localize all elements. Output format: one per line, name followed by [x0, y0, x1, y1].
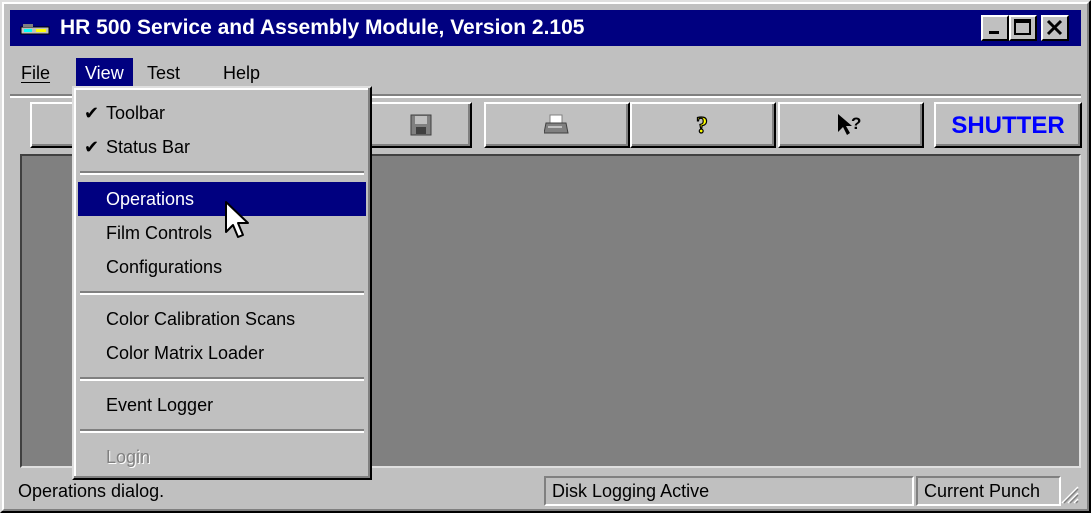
status-bar: Operations dialog. Disk Logging Active C…	[10, 476, 1081, 506]
shutter-button[interactable]: SHUTTER	[934, 102, 1082, 148]
menu-item-login: Login	[78, 440, 366, 474]
question-mark-icon: ?	[695, 112, 708, 139]
menu-item-operations[interactable]: Operations	[78, 182, 366, 216]
menu-item-label: Toolbar	[106, 103, 166, 123]
menu-item-label: Film Controls	[106, 223, 213, 243]
maximize-icon	[1014, 19, 1031, 35]
mouse-cursor-icon	[225, 201, 249, 238]
pointer-help-icon: ?	[838, 114, 861, 135]
svg-text:?: ?	[851, 114, 861, 133]
print-button[interactable]	[484, 102, 630, 148]
menu-help-label: Help	[223, 63, 261, 83]
save-button[interactable]	[370, 102, 472, 148]
close-button[interactable]	[1041, 15, 1069, 41]
menu-item-status-bar[interactable]: ✔ Status Bar	[78, 130, 366, 164]
menu-item-film-controls[interactable]: Film Controls	[78, 216, 366, 250]
status-disk-logging: Disk Logging Active	[544, 476, 914, 506]
help-button[interactable]: ?	[630, 102, 776, 148]
context-help-button[interactable]: ?	[778, 102, 924, 148]
app-icon	[20, 24, 50, 35]
save-icon	[410, 114, 432, 136]
menu-item-label: Status Bar	[106, 137, 191, 157]
view-menu-dropdown: ✔ Toolbar ✔ Status Bar Operations Film C…	[72, 86, 372, 480]
close-icon	[1046, 19, 1063, 36]
title-bar[interactable]: HR 500 Service and Assembly Module, Vers…	[10, 10, 1081, 46]
check-icon: ✔	[84, 103, 100, 123]
menu-view[interactable]: View	[76, 58, 133, 88]
menu-item-event-logger[interactable]: Event Logger	[78, 388, 366, 422]
shutter-button-label: SHUTTER	[951, 112, 1065, 139]
menu-item-configurations[interactable]: Configurations	[78, 250, 366, 284]
menu-item-label: Color Calibration Scans	[106, 309, 296, 329]
menu-help[interactable]: Help	[214, 58, 269, 88]
menu-separator	[80, 429, 364, 433]
menu-bar: File View Test Help	[10, 58, 1081, 88]
menu-file-label: File	[21, 63, 51, 83]
svg-text:?: ?	[696, 113, 708, 139]
printer-icon	[544, 114, 569, 134]
maximize-button[interactable]	[1009, 15, 1037, 41]
menu-test[interactable]: Test	[138, 58, 189, 88]
status-message: Operations dialog.	[10, 476, 534, 506]
window-title: HR 500 Service and Assembly Module, Vers…	[60, 16, 585, 39]
resize-grip-icon[interactable]	[1059, 484, 1079, 504]
menu-item-toolbar[interactable]: ✔ Toolbar	[78, 96, 366, 130]
menu-file[interactable]: File	[12, 58, 59, 88]
minimize-icon	[989, 31, 999, 34]
menu-item-color-matrix-loader[interactable]: Color Matrix Loader	[78, 336, 366, 370]
menu-test-label: Test	[147, 63, 181, 83]
menu-separator	[80, 377, 364, 381]
menu-item-color-calibration-scans[interactable]: Color Calibration Scans	[78, 302, 366, 336]
menu-item-label: Login	[106, 447, 151, 467]
menu-item-label: Color Matrix Loader	[106, 343, 265, 363]
menu-item-label: Operations	[106, 189, 195, 209]
menu-separator	[80, 291, 364, 295]
minimize-button[interactable]	[981, 15, 1009, 41]
menu-item-label: Configurations	[106, 257, 223, 277]
menu-item-label: Event Logger	[106, 395, 214, 415]
menu-view-label: View	[85, 63, 124, 83]
check-icon: ✔	[84, 137, 100, 157]
status-current-punch: Current Punch	[916, 476, 1061, 506]
menu-separator	[80, 171, 364, 175]
